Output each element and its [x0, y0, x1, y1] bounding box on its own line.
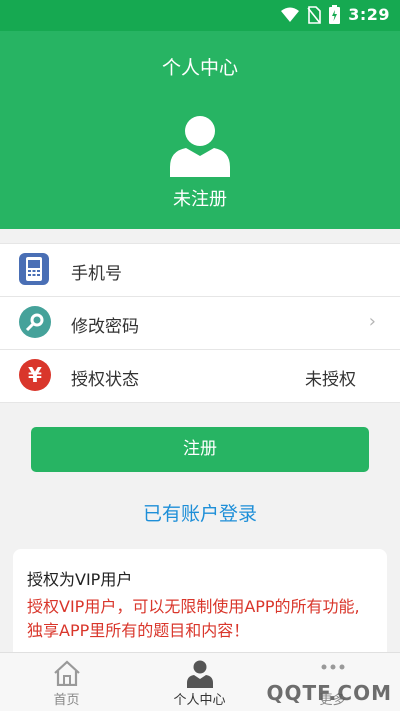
user-icon: [186, 660, 213, 688]
tab-profile[interactable]: 个人中心: [133, 653, 266, 711]
profile-header: 个人中心 未注册: [0, 31, 400, 229]
list-item-auth-status[interactable]: ¥ 授权状态 未授权: [0, 350, 400, 402]
avatar[interactable]: [170, 115, 230, 177]
yuan-icon: ¥: [19, 359, 51, 391]
vip-card-title: 授权为VIP用户: [27, 570, 133, 589]
key-icon: [19, 306, 51, 338]
tab-profile-label: 个人中心: [173, 693, 226, 708]
home-icon: [53, 660, 80, 686]
page-title: 个人中心: [161, 57, 238, 79]
wifi-icon: [281, 7, 300, 22]
no-sim-icon: [307, 5, 322, 24]
battery-charging-icon: [329, 5, 341, 24]
phone-label: 手机号: [71, 264, 122, 284]
tab-home-label: 首页: [53, 693, 80, 708]
chevron-right-icon: ›: [368, 311, 376, 332]
watermark: QQTF.COM: [266, 681, 392, 705]
status-bar: 3:29: [0, 0, 400, 31]
status-icons: 3:29: [281, 5, 390, 24]
login-link[interactable]: 已有账户登录: [0, 499, 400, 526]
list-item-phone[interactable]: 手机号: [0, 244, 400, 297]
status-time: 3:29: [348, 5, 390, 24]
account-list: 手机号 修改密码 › ¥ 授权状态 未授权: [0, 243, 400, 403]
tab-home[interactable]: 首页: [0, 653, 133, 711]
username: 未注册: [173, 189, 227, 210]
vip-card[interactable]: 授权为VIP用户 授权VIP用户，可以无限制使用APP的所有功能, 独享APP里…: [13, 549, 387, 659]
change-password-label: 修改密码: [71, 317, 139, 337]
register-button[interactable]: 注册: [31, 427, 369, 472]
auth-status-value: 未授权: [305, 370, 356, 390]
more-icon: [321, 664, 344, 670]
phone-icon: [19, 253, 49, 285]
auth-status-label: 授权状态: [71, 370, 139, 390]
list-item-change-password[interactable]: 修改密码 ›: [0, 297, 400, 350]
vip-card-description: 授权VIP用户，可以无限制使用APP的所有功能, 独享APP里所有的题目和内容！: [27, 597, 360, 640]
